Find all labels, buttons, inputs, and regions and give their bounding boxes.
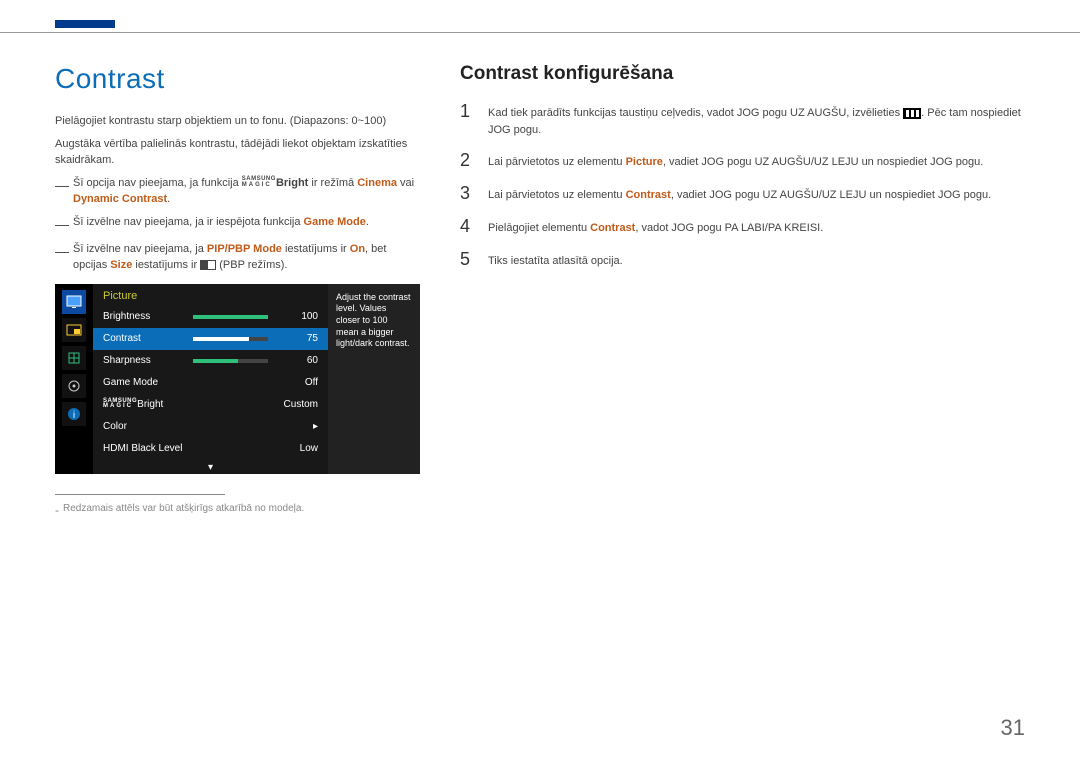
note-2-pre: Šī izvēlne nav pieejama, ja ir iespējota…: [73, 216, 304, 228]
note-2: ― Šī izvēlne nav pieejama, ja ir iespējo…: [55, 214, 420, 235]
footnote: - Redzamais attēls var būt atšķirīgs atk…: [55, 503, 420, 517]
step-3: 3 Lai pārvietotos uz elementu Contrast, …: [460, 183, 1025, 204]
step-1: 1 Kad tiek parādīts funkcijas taustiņu c…: [460, 101, 1025, 138]
osd-row-magic-bright[interactable]: SAMSUNGMAGICBright Custom: [93, 394, 328, 416]
game-mode-label: Game Mode: [304, 216, 366, 228]
osd-gamemode-label: Game Mode: [103, 377, 193, 388]
dynamic-contrast-label: Dynamic Contrast: [73, 193, 167, 205]
note-3-mid3: iestatījums ir: [132, 259, 200, 271]
step-number: 4: [460, 216, 474, 237]
osd-color-arrow: ▸: [268, 421, 318, 432]
picture-label: Picture: [626, 156, 663, 168]
samsung-magic-logo: SAMSUNGMAGIC: [242, 177, 276, 188]
step-2: 2 Lai pārvietotos uz elementu Picture, v…: [460, 150, 1025, 171]
step-number: 2: [460, 150, 474, 171]
note-1-mid: ir režīmā: [308, 177, 357, 189]
step-3-post: , vadiet JOG pogu UZ AUGŠU/UZ LEJU un no…: [671, 189, 991, 201]
osd-gamemode-value: Off: [268, 377, 318, 388]
osd-tab-settings-icon[interactable]: [62, 374, 86, 398]
svg-text:i: i: [73, 410, 75, 421]
dash-icon: ―: [55, 241, 69, 274]
intro-p1: Pielāgojiet kontrastu starp objektiem un…: [55, 113, 420, 130]
dash-icon: ―: [55, 175, 69, 208]
osd-sidebar: i: [55, 284, 93, 474]
osd-row-sharpness[interactable]: Sharpness 60: [93, 350, 328, 372]
osd-hdmiblack-value: Low: [268, 443, 318, 454]
left-column: Contrast Pielāgojiet kontrastu starp obj…: [55, 63, 420, 517]
osd-row-game-mode[interactable]: Game Mode Off: [93, 372, 328, 394]
step-3-pre: Lai pārvietotos uz elementu: [488, 189, 626, 201]
note-1-period: .: [167, 193, 170, 205]
step-4: 4 Pielāgojiet elementu Contrast, vadot J…: [460, 216, 1025, 237]
header-rule: [0, 32, 1080, 33]
intro-p2: Augstāka vērtība palielinās kontrastu, t…: [55, 136, 420, 169]
osd-help-text: Adjust the contrast level. Values closer…: [328, 284, 420, 474]
osd-contrast-label: Contrast: [103, 333, 193, 344]
osd-magicbright-value: Custom: [268, 399, 318, 410]
pip-pbp-mode-label: PIP/PBP Mode: [207, 243, 282, 255]
osd-contrast-value: 75: [268, 333, 318, 344]
osd-tab-pip-icon[interactable]: [62, 318, 86, 342]
step-4-post: , vadot JOG pogu PA LABI/PA KREISI.: [635, 222, 823, 234]
step-number: 5: [460, 249, 474, 270]
osd-row-color[interactable]: Color ▸: [93, 416, 328, 438]
contrast-label: Contrast: [590, 222, 635, 234]
osd-main: Picture Brightness 100 Contrast 75 Sharp…: [93, 284, 328, 474]
note-2-period: .: [366, 216, 369, 228]
osd-contrast-slider: [193, 337, 268, 341]
osd-sharpness-value: 60: [268, 355, 318, 366]
footnote-text: Redzamais attēls var būt atšķirīgs atkar…: [63, 503, 304, 517]
osd-magicbright-label: SAMSUNGMAGICBright: [103, 399, 193, 410]
note-1: ― Šī opcija nav pieejama, ja funkcija SA…: [55, 175, 420, 208]
right-column: Contrast konfigurēšana 1 Kad tiek parādī…: [460, 63, 1025, 517]
osd-tab-picture-icon[interactable]: [62, 290, 86, 314]
osd-section-title: Picture: [93, 284, 328, 306]
note-3-pre: Šī izvēlne nav pieejama, ja: [73, 243, 207, 255]
osd-sharpness-slider: [193, 359, 268, 363]
dash-icon: -: [55, 503, 59, 517]
note-3-mid1: iestatījums ir: [282, 243, 350, 255]
config-title: Contrast konfigurēšana: [460, 63, 1025, 85]
header-accent-bar: [55, 20, 115, 28]
note-3: ― Šī izvēlne nav pieejama, ja PIP/PBP Mo…: [55, 241, 420, 274]
pbp-split-icon: [200, 260, 216, 270]
on-label: On: [350, 243, 365, 255]
bright-label: Bright: [276, 177, 308, 189]
osd-screenshot: i Picture Brightness 100 Contrast 75: [55, 284, 420, 474]
osd-brightness-label: Brightness: [103, 311, 193, 322]
footnote-rule: [55, 494, 225, 495]
step-5-text: Tiks iestatīta atlasītā opcija.: [488, 249, 1025, 270]
osd-row-brightness[interactable]: Brightness 100: [93, 306, 328, 328]
osd-brightness-value: 100: [268, 311, 318, 322]
step-1-pre: Kad tiek parādīts funkcijas taustiņu ceļ…: [488, 107, 903, 119]
page-title: Contrast: [55, 63, 420, 95]
osd-color-label: Color: [103, 421, 193, 432]
dash-icon: ―: [55, 214, 69, 235]
osd-sharpness-label: Sharpness: [103, 355, 193, 366]
osd-hdmiblack-label: HDMI Black Level: [103, 443, 223, 454]
cinema-label: Cinema: [357, 177, 397, 189]
osd-tab-display-icon[interactable]: [62, 346, 86, 370]
step-number: 3: [460, 183, 474, 204]
osd-row-hdmi-black[interactable]: HDMI Black Level Low: [93, 438, 328, 460]
step-4-pre: Pielāgojiet elementu: [488, 222, 590, 234]
step-5: 5 Tiks iestatīta atlasītā opcija.: [460, 249, 1025, 270]
size-label: Size: [110, 259, 132, 271]
osd-scroll-down-icon[interactable]: ▾: [93, 460, 328, 475]
note-1-pre: Šī opcija nav pieejama, ja funkcija: [73, 177, 242, 189]
menu-guide-icon: [903, 108, 921, 119]
osd-brightness-slider: [193, 315, 268, 319]
step-2-post: , vadiet JOG pogu UZ AUGŠU/UZ LEJU un no…: [663, 156, 983, 168]
osd-tab-info-icon[interactable]: i: [62, 402, 86, 426]
contrast-label: Contrast: [626, 189, 671, 201]
step-number: 1: [460, 101, 474, 122]
note-3-end: (PBP režīms).: [216, 259, 287, 271]
page-number: 31: [1001, 715, 1025, 741]
note-1-or: vai: [397, 177, 414, 189]
osd-row-contrast[interactable]: Contrast 75: [93, 328, 328, 350]
step-2-pre: Lai pārvietotos uz elementu: [488, 156, 626, 168]
